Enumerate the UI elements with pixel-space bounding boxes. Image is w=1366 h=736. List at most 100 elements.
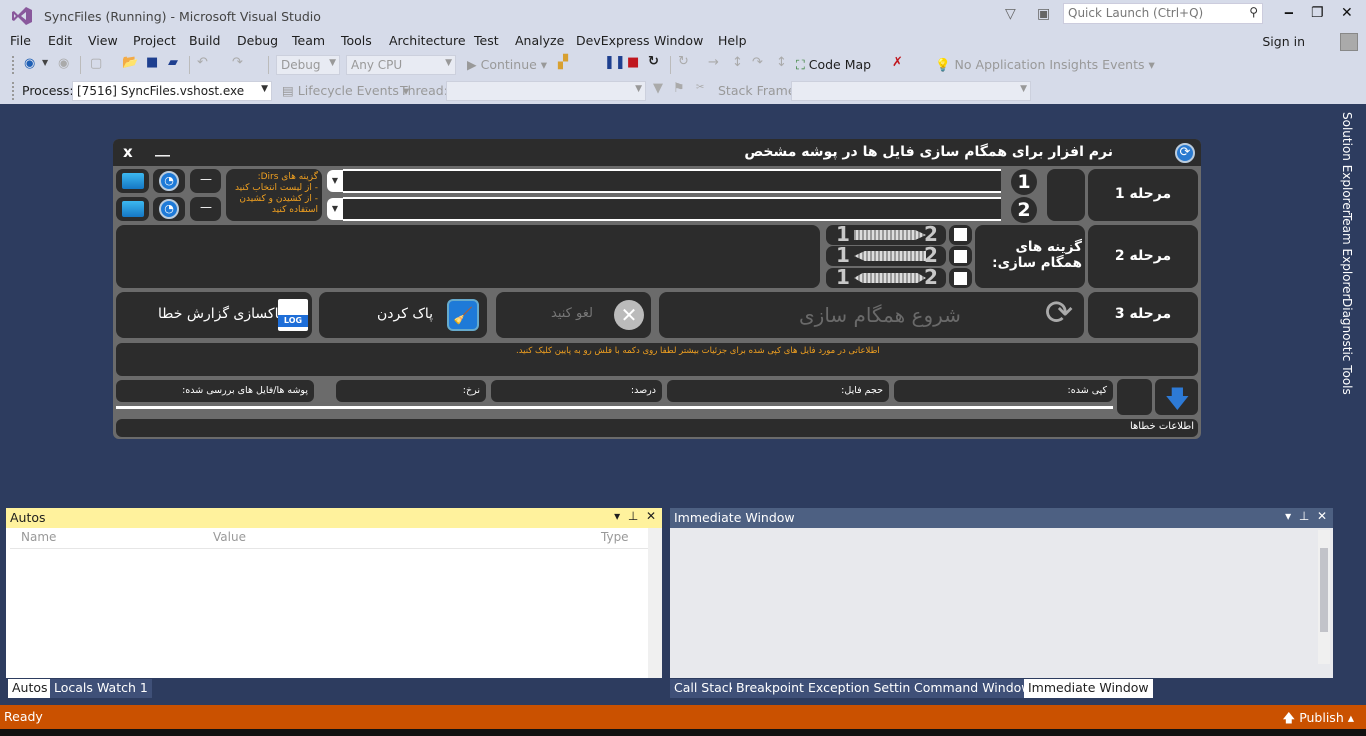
side-tab-diagnostic-tools[interactable]: Diagnostic Tools (1340, 298, 1354, 395)
redo-icon[interactable]: ↷ (232, 55, 243, 70)
tab-call-stack[interactable]: Call Stack (670, 679, 740, 698)
cancel-button[interactable]: لغو کنید ✕ (496, 292, 651, 338)
close-button[interactable]: ✕ (1341, 5, 1353, 21)
restore-button[interactable]: ❐ (1311, 5, 1324, 21)
details-toggle-button[interactable]: 🡇 (1155, 379, 1198, 415)
path2-input[interactable] (343, 197, 1001, 221)
start-sync-button[interactable]: شروع همگام سازی ⟳ (659, 292, 1084, 338)
clear-error-log-button[interactable]: پاکسازی گزارش خطا LOG (116, 292, 312, 338)
autos-scrollbar[interactable] (648, 528, 662, 678)
sync-option-1-row[interactable]: 1 2 (826, 222, 946, 246)
undo-icon[interactable]: ↶ (197, 55, 208, 70)
open-file-icon[interactable]: 📂 (122, 55, 138, 70)
menu-devexpress[interactable]: DevExpress (576, 33, 650, 48)
notifications-icon[interactable]: ▣ (1037, 6, 1050, 22)
immediate-scrollbar[interactable] (1318, 530, 1330, 664)
step-into-icon[interactable]: → (708, 55, 719, 70)
show-next-statement-icon[interactable]: ↻ (678, 54, 689, 69)
sync-option-2-row[interactable]: 1 2 (826, 243, 946, 267)
sign-in-link[interactable]: Sign in (1262, 34, 1305, 49)
sync-option-3-row[interactable]: 1 2 (826, 265, 946, 289)
tab-command-window[interactable]: Command Window (910, 679, 1036, 698)
path2-browse-net-button[interactable]: ◔ (153, 197, 185, 221)
app-refresh-icon[interactable]: ⟳ (1175, 143, 1195, 163)
step-out-icon[interactable]: ↷ (752, 55, 763, 70)
tab-watch1[interactable]: Watch 1 (93, 679, 152, 698)
col-type[interactable]: Type (601, 530, 629, 544)
back-icon[interactable]: ◉ (24, 56, 35, 71)
step-icon[interactable]: ↕ (776, 55, 787, 70)
process-select[interactable]: [7516] SyncFiles.vshost.exe ▼ (72, 81, 272, 101)
save-icon[interactable]: ■ (146, 55, 158, 70)
back-dropdown-icon[interactable]: ▼ (42, 58, 48, 67)
minimize-button[interactable]: ‒ (1284, 5, 1294, 21)
find-icon[interactable]: ▞ (558, 55, 568, 70)
menu-build[interactable]: Build (189, 33, 220, 48)
menu-architecture[interactable]: Architecture (389, 33, 466, 48)
sync-option-2-checkbox[interactable] (954, 250, 967, 263)
feedback-filter-icon[interactable]: ▽ (1005, 6, 1016, 22)
menu-edit[interactable]: Edit (48, 33, 72, 48)
publish-button[interactable]: 🡅 Publish ▴ (1282, 709, 1354, 730)
menu-file[interactable]: File (10, 33, 31, 48)
solution-config-select[interactable]: Debug ▼ (276, 55, 340, 75)
path1-folder-button[interactable] (116, 169, 149, 193)
continue-button[interactable]: ▶ Continue ▾ (467, 57, 547, 72)
close-pane-icon[interactable]: ✕ (646, 509, 656, 523)
code-map-button[interactable]: ⛶ Code Map (796, 57, 871, 73)
sync-option-3-checkbox[interactable] (954, 272, 967, 285)
forward-icon[interactable]: ◉ (58, 56, 69, 71)
menu-window[interactable]: Window (654, 33, 703, 48)
pane-menu-icon[interactable]: ▾ (614, 509, 620, 523)
path1-dropdown-button[interactable]: ▼ (327, 170, 343, 192)
menu-help[interactable]: Help (718, 33, 747, 48)
clear-button[interactable]: پاک کردن 🧹 (319, 292, 487, 338)
close-pane-icon[interactable]: ✕ (1317, 509, 1327, 523)
avatar[interactable] (1340, 33, 1358, 51)
menu-tools[interactable]: Tools (341, 33, 372, 48)
menu-test[interactable]: Test (474, 33, 499, 48)
path2-folder-button[interactable] (116, 197, 149, 221)
restart-icon[interactable]: ↻ (648, 54, 659, 69)
path1-input[interactable] (343, 169, 1001, 193)
pause-icon[interactable]: ❚❚ (604, 55, 626, 70)
immediate-input-area[interactable] (670, 530, 1318, 666)
insights-dropdown[interactable]: 💡 No Application Insights Events ▾ (935, 57, 1155, 73)
flag-thread-icon[interactable]: ⚑ (673, 81, 685, 96)
lifecycle-events-button[interactable]: ▤ Lifecycle Events ▾ (282, 83, 409, 98)
side-tab-solution-explorer[interactable]: Solution Explorer (1340, 112, 1354, 215)
pane-menu-icon[interactable]: ▾ (1285, 509, 1291, 523)
tab-locals[interactable]: Locals (50, 679, 97, 698)
col-name[interactable]: Name (21, 530, 56, 544)
path1-clear-button[interactable]: — (190, 169, 221, 193)
new-project-icon[interactable]: ▢ (90, 56, 102, 71)
save-all-icon[interactable]: ▰ (168, 55, 178, 70)
path2-dropdown-button[interactable]: ▼ (327, 198, 343, 220)
tab-autos[interactable]: Autos (8, 679, 52, 698)
scrollbar-thumb[interactable] (1320, 548, 1328, 632)
sync-option-1-checkbox[interactable] (954, 228, 967, 241)
quick-launch-input[interactable]: Quick Launch (Ctrl+Q) ⚲ (1063, 3, 1263, 24)
app-close-button[interactable]: x (123, 143, 133, 161)
app-minimize-button[interactable]: __ (155, 139, 170, 157)
stop-icon[interactable]: ■ (627, 55, 639, 70)
thread-select[interactable]: ▼ (446, 81, 646, 101)
menu-project[interactable]: Project (133, 33, 176, 48)
side-tab-team-explorer[interactable]: Team Explorer (1340, 213, 1354, 299)
platform-select[interactable]: Any CPU ▼ (346, 55, 456, 75)
path2-clear-button[interactable]: — (190, 197, 221, 221)
pin-icon[interactable]: ⊥ (628, 509, 638, 523)
tab-immediate-window[interactable]: Immediate Window (1024, 679, 1153, 698)
toolbar-grip[interactable] (12, 56, 15, 74)
toolbar-grip[interactable] (12, 82, 15, 100)
filter-icon[interactable]: ▼ (653, 81, 663, 96)
menu-team[interactable]: Team (292, 33, 325, 48)
tab-breakpoints[interactable]: Breakpoints (732, 679, 815, 698)
pin-icon[interactable]: ⊥ (1299, 509, 1309, 523)
breakpoint-toggle-icon[interactable]: ✗ (892, 55, 903, 70)
col-value[interactable]: Value (213, 530, 246, 544)
menu-view[interactable]: View (88, 33, 118, 48)
menu-analyze[interactable]: Analyze (515, 33, 564, 48)
path1-browse-net-button[interactable]: ◔ (153, 169, 185, 193)
stack-frame-select[interactable]: ▼ (791, 81, 1031, 101)
